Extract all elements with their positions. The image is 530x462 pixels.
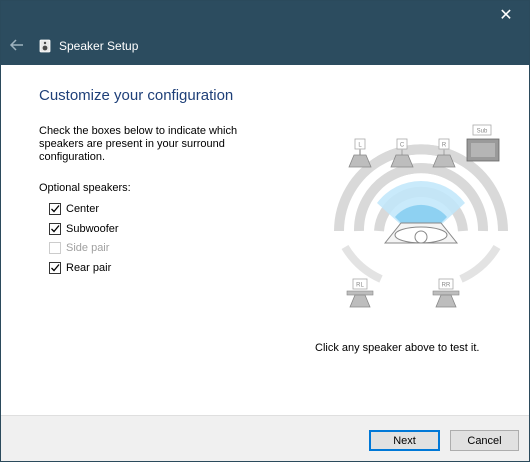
close-icon: ✕: [499, 7, 513, 24]
checkbox-rear-pair[interactable]: Rear pair: [49, 260, 111, 276]
checkbox-rear-pair-label: Rear pair: [66, 262, 112, 274]
test-hint-text: Click any speaker above to test it.: [315, 342, 480, 354]
checkbox-subwoofer-label: Subwoofer: [66, 223, 119, 235]
back-button[interactable]: [7, 35, 27, 55]
listener-icon: [383, 222, 459, 244]
checkbox-subwoofer-box[interactable]: [49, 223, 61, 235]
page-title: Customize your configuration: [39, 87, 234, 104]
checkbox-center[interactable]: Center: [49, 201, 99, 217]
footer-bar: Next Cancel: [1, 415, 529, 461]
checkbox-rear-pair-box[interactable]: [49, 262, 61, 274]
back-arrow-icon: [9, 39, 23, 51]
cancel-button[interactable]: Cancel: [450, 430, 519, 451]
center-speaker-label: C: [400, 143, 405, 149]
title-bar: ✕ Speaker Setup: [1, 1, 529, 65]
rear-right-speaker[interactable]: RR: [432, 278, 460, 308]
front-left-speaker[interactable]: L: [348, 138, 372, 168]
checkbox-side-pair-box: [49, 242, 61, 254]
window-title: Speaker Setup: [59, 39, 139, 53]
speaker-setup-window: ✕ Speaker Setup Customize your configura…: [0, 0, 530, 462]
checkbox-subwoofer[interactable]: Subwoofer: [49, 221, 119, 237]
checkbox-center-box[interactable]: [49, 203, 61, 215]
rear-left-speaker[interactable]: RL: [346, 278, 374, 308]
speaker-diagram: L C R Sub RL RR: [334, 124, 508, 308]
front-right-speaker-label: R: [442, 143, 447, 149]
subwoofer-speaker[interactable]: Sub: [466, 124, 500, 162]
checkbox-center-label: Center: [66, 203, 100, 215]
speaker-app-icon: [39, 39, 51, 53]
checkbox-side-pair-label: Side pair: [66, 242, 110, 254]
subwoofer-label: Sub: [477, 129, 488, 135]
rear-left-speaker-label: RL: [356, 283, 364, 289]
close-button[interactable]: ✕: [483, 1, 529, 31]
optional-speakers-label: Optional speakers:: [39, 182, 131, 194]
rear-right-speaker-label: RR: [442, 283, 451, 289]
sound-waves-lower: [341, 244, 501, 283]
instructions-text: Check the boxes below to indicate which …: [39, 125, 238, 163]
checkbox-side-pair: Side pair: [49, 240, 109, 256]
next-button[interactable]: Next: [369, 430, 440, 451]
